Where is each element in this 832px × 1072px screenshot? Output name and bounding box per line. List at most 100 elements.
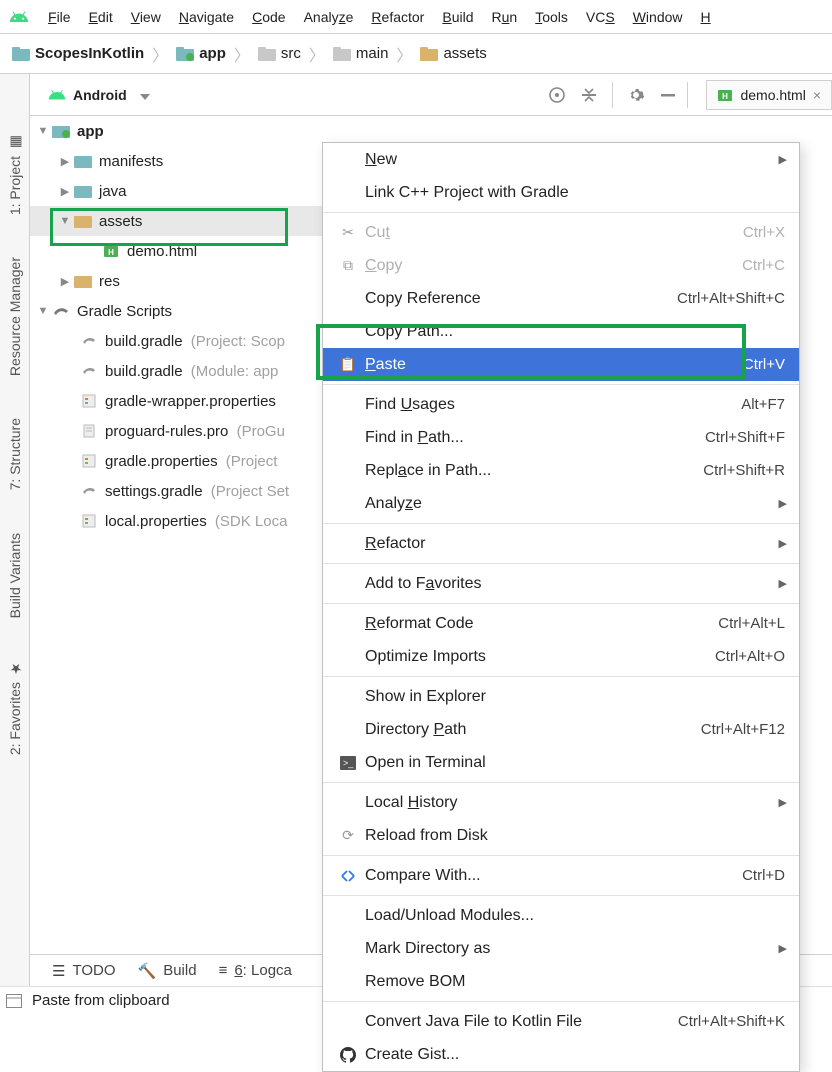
tree-label: gradle.properties <box>105 453 218 470</box>
ctx-analyze[interactable]: Analyze <box>323 487 799 520</box>
gear-icon[interactable] <box>627 86 645 104</box>
ctx-convert-to-kotlin[interactable]: Convert Java File to Kotlin FileCtrl+Alt… <box>323 1005 799 1038</box>
logcat-icon: ≡ <box>219 962 228 979</box>
menu-vcs[interactable]: VCS <box>578 5 623 29</box>
gradle-file-icon <box>80 332 98 350</box>
ctx-copy-reference[interactable]: Copy ReferenceCtrl+Alt+Shift+C <box>323 282 799 315</box>
ctx-paste[interactable]: 📋PasteCtrl+V <box>323 348 799 381</box>
tree-node-assets[interactable]: assets <box>30 206 330 236</box>
menu-code[interactable]: Code <box>244 5 293 29</box>
menu-build[interactable]: Build <box>434 5 481 29</box>
properties-file-icon <box>80 452 98 470</box>
bottom-build[interactable]: 🔨Build <box>138 962 197 980</box>
separator <box>323 603 799 604</box>
project-tree: app manifests java assets H demo.html re… <box>30 116 330 954</box>
tree-node-app[interactable]: app <box>30 116 330 146</box>
menu-window[interactable]: Window <box>625 5 691 29</box>
ctx-new[interactable]: New <box>323 143 799 176</box>
ctx-copy[interactable]: ⧉CopyCtrl+C <box>323 249 799 282</box>
menu-tools[interactable]: Tools <box>527 5 576 29</box>
menu-navigate[interactable]: Navigate <box>171 5 242 29</box>
separator <box>323 384 799 385</box>
ctx-load-unload-modules[interactable]: Load/Unload Modules... <box>323 899 799 932</box>
bottom-logcat[interactable]: ≡6: Logca <box>219 962 292 979</box>
tree-label: build.gradle <box>105 363 183 380</box>
ctx-local-history[interactable]: Local History <box>323 786 799 819</box>
project-view-title: Android <box>73 87 127 103</box>
tree-node-gradle-scripts[interactable]: Gradle Scripts <box>30 296 330 326</box>
ctx-directory-path[interactable]: Directory PathCtrl+Alt+F12 <box>323 713 799 746</box>
ctx-optimize-imports[interactable]: Optimize ImportsCtrl+Alt+O <box>323 640 799 673</box>
tree-node-gradle-properties[interactable]: gradle.properties (Project <box>30 446 330 476</box>
gutter-resource-manager[interactable]: Resource Manager <box>7 257 23 376</box>
tree-node-gradle-wrapper-properties[interactable]: gradle-wrapper.properties <box>30 386 330 416</box>
tree-node-proguard-rules[interactable]: proguard-rules.pro (ProGu <box>30 416 330 446</box>
breadcrumb-root[interactable]: ScopesInKotlin <box>12 45 144 62</box>
window-icon[interactable] <box>6 994 22 1008</box>
tree-node-java[interactable]: java <box>30 176 330 206</box>
left-gutter: 1: Project▦ Resource Manager 7: Structur… <box>0 74 30 986</box>
ctx-find-usages[interactable]: Find UsagesAlt+F7 <box>323 388 799 421</box>
tree-label: local.properties <box>105 513 207 530</box>
tree-node-local-properties[interactable]: local.properties (SDK Loca <box>30 506 330 536</box>
ctx-copy-path[interactable]: Copy Path... <box>323 315 799 348</box>
menu-edit[interactable]: Edit <box>81 5 121 29</box>
tree-node-manifests[interactable]: manifests <box>30 146 330 176</box>
editor-tab-demo[interactable]: H demo.html × <box>706 80 832 110</box>
bottom-todo[interactable]: ☰TODO <box>52 962 116 980</box>
ctx-remove-bom[interactable]: Remove BOM <box>323 965 799 998</box>
chevron-down-icon <box>134 87 150 103</box>
ctx-open-in-terminal[interactable]: >_Open in Terminal <box>323 746 799 779</box>
clipboard-icon: 📋 <box>337 356 359 373</box>
folder-icon <box>74 272 92 290</box>
tree-node-build-gradle-module[interactable]: build.gradle (Module: app <box>30 356 330 386</box>
target-icon[interactable] <box>548 86 566 104</box>
ctx-refactor[interactable]: Refactor <box>323 527 799 560</box>
menu-refactor[interactable]: Refactor <box>363 5 432 29</box>
editor-tab-label: demo.html <box>740 87 805 103</box>
menu-view[interactable]: View <box>123 5 169 29</box>
menu-analyze[interactable]: Analyze <box>296 5 362 29</box>
ctx-find-in-path[interactable]: Find in Path...Ctrl+Shift+F <box>323 421 799 454</box>
ctx-show-in-explorer[interactable]: Show in Explorer <box>323 680 799 713</box>
ctx-mark-directory-as[interactable]: Mark Directory as <box>323 932 799 965</box>
menu-file[interactable]: File <box>40 5 79 29</box>
gutter-favorites[interactable]: 2: Favorites★ <box>7 660 23 755</box>
tree-label: manifests <box>99 153 163 170</box>
tree-label: Gradle Scripts <box>77 303 172 320</box>
breadcrumb-src[interactable]: src <box>258 45 301 62</box>
project-view-selector[interactable]: Android <box>48 86 150 104</box>
ctx-reload-from-disk[interactable]: ⟳Reload from Disk <box>323 819 799 852</box>
minimize-icon[interactable] <box>659 86 677 104</box>
tree-label: gradle-wrapper.properties <box>105 393 276 410</box>
gutter-structure[interactable]: 7: Structure <box>7 418 23 490</box>
gutter-build-variants[interactable]: Build Variants <box>7 533 23 618</box>
collapse-icon[interactable] <box>580 86 598 104</box>
separator <box>687 82 688 108</box>
module-icon <box>52 122 70 140</box>
menubar: File Edit View Navigate Code Analyze Ref… <box>0 0 832 34</box>
breadcrumb-assets[interactable]: assets <box>420 45 486 62</box>
copy-icon: ⧉ <box>337 257 359 274</box>
separator <box>323 895 799 896</box>
menu-help[interactable]: H <box>693 5 719 29</box>
breadcrumb-main[interactable]: main <box>333 45 389 62</box>
tree-node-settings-gradle[interactable]: settings.gradle (Project Set <box>30 476 330 506</box>
tree-node-build-gradle-project[interactable]: build.gradle (Project: Scop <box>30 326 330 356</box>
ctx-compare-with[interactable]: Compare With...Ctrl+D <box>323 859 799 892</box>
tree-node-demo-html[interactable]: H demo.html <box>30 236 330 266</box>
ctx-cut[interactable]: ✂CutCtrl+X <box>323 216 799 249</box>
ctx-add-to-favorites[interactable]: Add to Favorites <box>323 567 799 600</box>
tree-node-res[interactable]: res <box>30 266 330 296</box>
menu-run[interactable]: Run <box>484 5 526 29</box>
breadcrumb-app[interactable]: app <box>176 45 226 62</box>
tree-label: assets <box>99 213 142 230</box>
tree-label: res <box>99 273 120 290</box>
star-icon: ★ <box>7 660 23 676</box>
ctx-link-cpp[interactable]: Link C++ Project with Gradle <box>323 176 799 209</box>
ctx-replace-in-path[interactable]: Replace in Path...Ctrl+Shift+R <box>323 454 799 487</box>
ctx-create-gist[interactable]: Create Gist... <box>323 1038 799 1071</box>
ctx-reformat-code[interactable]: Reformat CodeCtrl+Alt+L <box>323 607 799 640</box>
close-icon[interactable]: × <box>813 87 821 103</box>
gutter-project[interactable]: 1: Project▦ <box>7 134 23 215</box>
